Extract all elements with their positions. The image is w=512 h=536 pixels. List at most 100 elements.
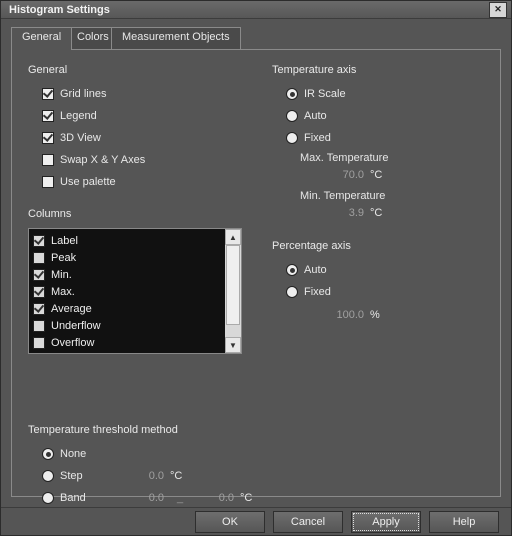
checkbox-swap-axes[interactable]: Swap X & Y Axes bbox=[42, 150, 256, 170]
ok-button[interactable]: OK bbox=[195, 511, 265, 533]
checkbox-label: Legend bbox=[60, 110, 97, 122]
checkbox-use-palette[interactable]: Use palette bbox=[42, 172, 256, 192]
step-value[interactable]: 0.0 bbox=[120, 470, 164, 482]
tab-strip: General Colors Measurement Objects bbox=[11, 27, 501, 49]
radio-icon bbox=[286, 286, 298, 298]
unit-label: °C bbox=[370, 169, 382, 181]
scroll-down-icon[interactable]: ▼ bbox=[225, 337, 241, 353]
radio-threshold-none[interactable]: None bbox=[42, 444, 484, 464]
checkbox-icon bbox=[33, 252, 45, 264]
max-temp-label: Max. Temperature bbox=[300, 152, 482, 164]
left-column: General Grid lines Legend 3D View Swap X… bbox=[28, 64, 256, 354]
checkbox-icon bbox=[33, 337, 45, 349]
checkbox-legend[interactable]: Legend bbox=[42, 106, 256, 126]
checkbox-grid-lines[interactable]: Grid lines bbox=[42, 84, 256, 104]
list-item-label: Underflow bbox=[51, 320, 101, 332]
listbox-items: Label Peak Min. Max. Average Underflow O… bbox=[29, 229, 225, 353]
max-temp-value[interactable]: 70.0 bbox=[320, 169, 364, 181]
list-item[interactable]: Max. bbox=[33, 284, 221, 300]
radio-label: IR Scale bbox=[304, 88, 346, 100]
list-item[interactable]: Overflow bbox=[33, 335, 221, 351]
min-temp-label: Min. Temperature bbox=[300, 190, 482, 202]
max-temp-row: 70.0 °C bbox=[320, 164, 482, 186]
checkbox-icon bbox=[33, 235, 45, 247]
checkbox-icon bbox=[42, 176, 54, 188]
scroll-up-icon[interactable]: ▲ bbox=[225, 229, 241, 245]
cancel-button[interactable]: Cancel bbox=[273, 511, 343, 533]
right-column: Temperature axis IR Scale Auto Fixed Max… bbox=[272, 64, 482, 326]
checkbox-label: 3D View bbox=[60, 132, 101, 144]
checkbox-icon bbox=[33, 286, 45, 298]
content-area: General Colors Measurement Objects Gener… bbox=[1, 19, 511, 507]
radio-icon bbox=[286, 132, 298, 144]
checkbox-icon bbox=[42, 132, 54, 144]
tab-general[interactable]: General bbox=[11, 27, 72, 50]
list-item[interactable]: In range bbox=[33, 352, 221, 353]
radio-perc-fixed[interactable]: Fixed bbox=[286, 282, 482, 302]
checkbox-3d-view[interactable]: 3D View bbox=[42, 128, 256, 148]
temp-axis-header: Temperature axis bbox=[272, 64, 482, 76]
unit-label: % bbox=[370, 309, 380, 321]
checkbox-icon bbox=[42, 88, 54, 100]
radio-label: Auto bbox=[304, 110, 327, 122]
radio-icon bbox=[42, 448, 54, 460]
radio-icon bbox=[286, 110, 298, 122]
help-button[interactable]: Help bbox=[429, 511, 499, 533]
min-temp-value[interactable]: 3.9 bbox=[320, 207, 364, 219]
radio-icon bbox=[286, 88, 298, 100]
radio-icon bbox=[286, 264, 298, 276]
checkbox-icon bbox=[33, 269, 45, 281]
unit-label: °C bbox=[240, 492, 252, 504]
band-value-2[interactable]: 0.0 bbox=[190, 492, 234, 504]
button-bar: OK Cancel Apply Help bbox=[1, 507, 511, 535]
scrollbar[interactable]: ▲ ▼ bbox=[225, 229, 241, 353]
list-item[interactable]: Peak bbox=[33, 250, 221, 266]
radio-label: Step bbox=[60, 470, 120, 482]
list-item-label: Min. bbox=[51, 269, 72, 281]
radio-label: Fixed bbox=[304, 286, 331, 298]
min-temp-row: 3.9 °C bbox=[320, 202, 482, 224]
threshold-section: Temperature threshold method None Step 0… bbox=[28, 424, 484, 510]
radio-label: Auto bbox=[304, 264, 327, 276]
threshold-header: Temperature threshold method bbox=[28, 424, 484, 436]
radio-temp-fixed[interactable]: Fixed bbox=[286, 128, 482, 148]
radio-label: Band bbox=[60, 492, 120, 504]
tab-measurement-objects[interactable]: Measurement Objects bbox=[111, 27, 241, 49]
list-item[interactable]: Min. bbox=[33, 267, 221, 283]
scroll-track[interactable] bbox=[225, 245, 241, 337]
columns-section: Columns Label Peak Min. Max. Average Und… bbox=[28, 208, 256, 354]
radio-perc-auto[interactable]: Auto bbox=[286, 260, 482, 280]
list-item[interactable]: Underflow bbox=[33, 318, 221, 334]
perc-axis-header: Percentage axis bbox=[272, 240, 482, 252]
list-item[interactable]: Label bbox=[33, 233, 221, 249]
apply-button[interactable]: Apply bbox=[351, 511, 421, 533]
tab-pane-general: General Grid lines Legend 3D View Swap X… bbox=[11, 49, 501, 497]
scroll-thumb[interactable] bbox=[226, 245, 240, 325]
radio-threshold-band[interactable]: Band 0.0 _ 0.0 °C bbox=[42, 488, 484, 508]
close-icon[interactable]: ✕ bbox=[489, 2, 507, 18]
dialog-title: Histogram Settings bbox=[9, 4, 489, 16]
checkbox-label: Grid lines bbox=[60, 88, 106, 100]
radio-icon bbox=[42, 492, 54, 504]
columns-listbox[interactable]: Label Peak Min. Max. Average Underflow O… bbox=[28, 228, 242, 354]
band-value-1[interactable]: 0.0 bbox=[120, 492, 164, 504]
perc-value[interactable]: 100.0 bbox=[320, 309, 364, 321]
checkbox-icon bbox=[42, 110, 54, 122]
radio-ir-scale[interactable]: IR Scale bbox=[286, 84, 482, 104]
list-item-label: Peak bbox=[51, 252, 76, 264]
list-item[interactable]: Average bbox=[33, 301, 221, 317]
radio-temp-auto[interactable]: Auto bbox=[286, 106, 482, 126]
checkbox-icon bbox=[33, 320, 45, 332]
list-item-label: Average bbox=[51, 303, 92, 315]
checkbox-icon bbox=[33, 303, 45, 315]
unit-label: °C bbox=[170, 470, 182, 482]
titlebar: Histogram Settings ✕ bbox=[1, 1, 511, 19]
radio-label: None bbox=[60, 448, 86, 460]
list-item-label: Overflow bbox=[51, 337, 94, 349]
radio-icon bbox=[42, 470, 54, 482]
columns-header: Columns bbox=[28, 208, 256, 220]
band-separator: _ bbox=[170, 492, 190, 504]
checkbox-label: Use palette bbox=[60, 176, 116, 188]
radio-threshold-step[interactable]: Step 0.0 °C bbox=[42, 466, 484, 486]
list-item-label: Max. bbox=[51, 286, 75, 298]
